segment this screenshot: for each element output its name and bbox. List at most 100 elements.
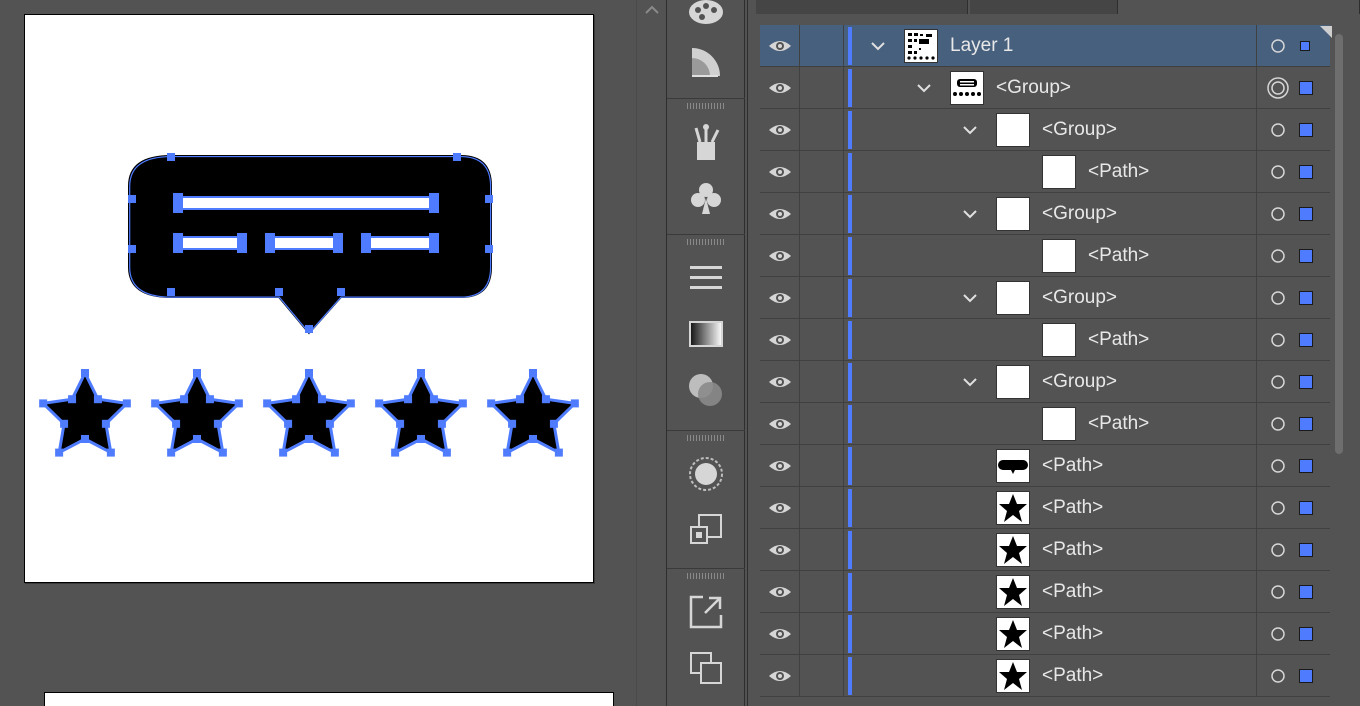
eye-visibility-icon[interactable]	[760, 277, 800, 319]
eye-visibility-icon[interactable]	[760, 193, 800, 235]
target-circle-icon[interactable]	[1270, 332, 1286, 348]
selection-indicator[interactable]	[1299, 207, 1313, 221]
selection-indicator[interactable]	[1299, 165, 1313, 179]
layer-name[interactable]: <Group>	[1042, 109, 1117, 151]
lock-toggle[interactable]	[800, 403, 844, 445]
panel-tab[interactable]	[756, 0, 968, 14]
layer-name[interactable]: <Path>	[1042, 445, 1103, 487]
layer-item-row[interactable]: <Group>	[760, 193, 1330, 235]
selection-indicator[interactable]	[1299, 375, 1313, 389]
layer-name[interactable]: <Path>	[1042, 487, 1103, 529]
target-circle-icon[interactable]	[1270, 416, 1286, 432]
transparency-icon[interactable]	[667, 362, 745, 418]
target-circle-icon[interactable]	[1270, 374, 1286, 390]
target-appearance-icon[interactable]	[1267, 77, 1289, 99]
lock-toggle[interactable]	[800, 151, 844, 193]
selection-indicator[interactable]	[1299, 459, 1313, 473]
dock-grip[interactable]	[667, 568, 745, 582]
target-circle-icon[interactable]	[1270, 122, 1286, 138]
layer-item-row[interactable]: <Path>	[760, 487, 1330, 529]
appearance-icon[interactable]	[667, 446, 745, 502]
layer-item-row[interactable]: <Path>	[760, 151, 1330, 193]
layer-item-row[interactable]: <Path>	[760, 571, 1330, 613]
layer-name[interactable]: <Group>	[1042, 193, 1117, 235]
palette-icon[interactable]	[667, 0, 745, 38]
lock-toggle[interactable]	[800, 193, 844, 235]
dock-grip[interactable]	[667, 430, 745, 444]
eye-visibility-icon[interactable]	[760, 109, 800, 151]
scrollbar-thumb[interactable]	[1335, 34, 1343, 454]
layer-name[interactable]: <Path>	[1042, 613, 1103, 655]
gradient-fan-icon[interactable]	[667, 34, 745, 90]
selection-indicator[interactable]	[1299, 585, 1313, 599]
target-circle-icon[interactable]	[1270, 164, 1286, 180]
eye-visibility-icon[interactable]	[760, 487, 800, 529]
panel-tab[interactable]	[970, 0, 1118, 14]
canvas-area[interactable]	[0, 0, 636, 706]
layer-item-row[interactable]: <Group>	[760, 277, 1330, 319]
gradient-icon[interactable]	[667, 306, 745, 362]
eye-visibility-icon[interactable]	[760, 613, 800, 655]
panel-collapse-strip[interactable]	[636, 0, 666, 706]
layer-item-row[interactable]: <Path>	[760, 445, 1330, 487]
layer-name[interactable]: <Group>	[996, 67, 1071, 109]
target-circle-icon[interactable]	[1270, 248, 1286, 264]
lock-toggle[interactable]	[800, 319, 844, 361]
selection-indicator[interactable]	[1299, 291, 1313, 305]
target-circle-icon[interactable]	[1270, 500, 1286, 516]
target-circle-icon[interactable]	[1270, 626, 1286, 642]
panel-menu-corner-icon[interactable]	[1320, 26, 1332, 38]
dock-grip[interactable]	[667, 98, 745, 112]
star-path-3[interactable]	[263, 369, 355, 457]
selection-indicator[interactable]	[1299, 417, 1313, 431]
stars[interactable]	[39, 369, 579, 457]
stroke-lines-icon[interactable]	[667, 250, 745, 306]
layer-item-row[interactable]: <Path>	[760, 319, 1330, 361]
chevron-down-icon[interactable]	[960, 361, 980, 403]
club-symbol-icon[interactable]	[667, 170, 745, 226]
star-path-1[interactable]	[39, 369, 131, 457]
brushes-icon[interactable]	[667, 114, 745, 170]
lock-toggle[interactable]	[800, 361, 844, 403]
layer-row[interactable]: Layer 1	[760, 25, 1330, 67]
layer-name[interactable]: <Path>	[1042, 655, 1103, 697]
eye-visibility-icon[interactable]	[760, 319, 800, 361]
lock-toggle[interactable]	[800, 67, 844, 109]
dock-grip[interactable]	[667, 234, 745, 248]
layer-name[interactable]: <Path>	[1088, 319, 1149, 361]
lock-toggle[interactable]	[800, 277, 844, 319]
lock-toggle[interactable]	[800, 445, 844, 487]
layer-name[interactable]: <Group>	[1042, 277, 1117, 319]
layer-name[interactable]: <Path>	[1042, 529, 1103, 571]
target-circle-icon[interactable]	[1270, 38, 1286, 54]
lock-toggle[interactable]	[800, 487, 844, 529]
chevron-down-icon[interactable]	[960, 193, 980, 235]
chevron-up-icon[interactable]	[640, 0, 664, 20]
layer-item-row[interactable]: <Group>	[760, 67, 1330, 109]
selection-indicator[interactable]	[1299, 249, 1313, 263]
eye-visibility-icon[interactable]	[760, 151, 800, 193]
text-line-2[interactable]	[178, 236, 246, 250]
layer-item-row[interactable]: <Group>	[760, 109, 1330, 151]
chevron-down-icon[interactable]	[914, 67, 934, 109]
lock-toggle[interactable]	[800, 25, 844, 67]
layer-item-row[interactable]: <Path>	[760, 529, 1330, 571]
chevron-down-icon[interactable]	[960, 109, 980, 151]
chevron-down-icon[interactable]	[960, 277, 980, 319]
eye-visibility-icon[interactable]	[760, 655, 800, 697]
eye-visibility-icon[interactable]	[760, 235, 800, 277]
target-circle-icon[interactable]	[1270, 584, 1286, 600]
layer-item-row[interactable]: <Path>	[760, 655, 1330, 697]
selection-indicator[interactable]	[1299, 333, 1313, 347]
selection-indicator[interactable]	[1299, 123, 1313, 137]
artboard-2[interactable]	[44, 692, 614, 706]
graphic-styles-icon[interactable]	[667, 502, 745, 558]
layer-name[interactable]: <Path>	[1042, 571, 1103, 613]
export-icon[interactable]	[667, 584, 745, 640]
lock-toggle[interactable]	[800, 613, 844, 655]
layer-name[interactable]: <Group>	[1042, 361, 1117, 403]
text-line-3[interactable]	[270, 236, 342, 250]
chevron-down-icon[interactable]	[868, 25, 888, 67]
selection-indicator[interactable]	[1300, 41, 1310, 51]
eye-visibility-icon[interactable]	[760, 529, 800, 571]
